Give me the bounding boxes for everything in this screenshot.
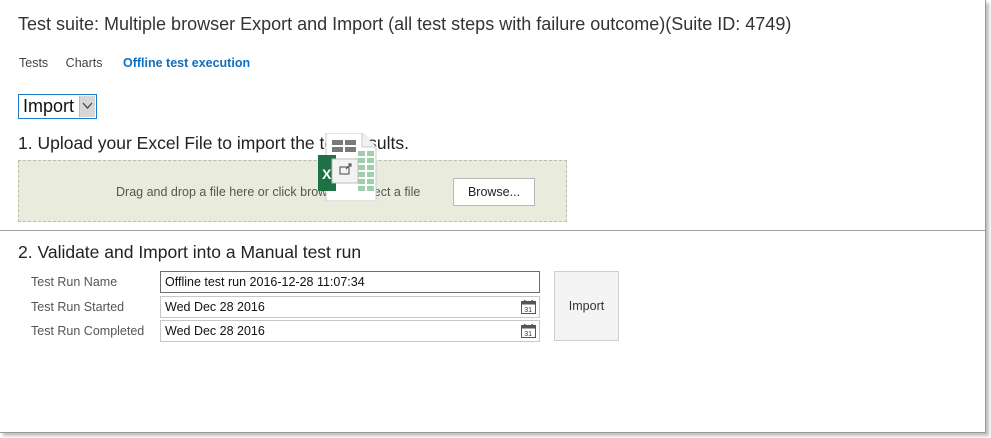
run-started-value: Wed Dec 28 2016 <box>165 300 265 314</box>
svg-text:31: 31 <box>524 331 532 338</box>
run-started-date-input[interactable]: Wed Dec 28 2016 31 <box>160 296 540 318</box>
tab-offline-test-execution[interactable]: Offline test execution <box>123 56 250 70</box>
import-button[interactable]: Import <box>554 271 619 341</box>
run-completed-label: Test Run Completed <box>31 324 145 338</box>
svg-text:31: 31 <box>524 307 532 314</box>
run-name-value: Offline test run 2016-12-28 11:07:34 <box>165 275 365 289</box>
calendar-icon[interactable]: 31 <box>521 300 536 317</box>
run-completed-value: Wed Dec 28 2016 <box>165 324 265 338</box>
tab-bar: Tests Charts Offline test execution <box>19 56 264 70</box>
mode-select[interactable]: Import <box>18 94 97 119</box>
run-name-label: Test Run Name <box>31 275 118 289</box>
validate-heading: 2. Validate and Import into a Manual tes… <box>18 242 362 262</box>
tab-tests[interactable]: Tests <box>19 56 48 70</box>
mode-select-value: Import <box>23 96 75 116</box>
browse-button[interactable]: Browse... <box>453 178 535 206</box>
run-name-input[interactable]: Offline test run 2016-12-28 11:07:34 <box>160 271 540 293</box>
run-started-label: Test Run Started <box>31 300 125 314</box>
section-divider <box>0 230 985 231</box>
file-dropzone[interactable]: Drag and drop a file here or click brows… <box>18 160 567 222</box>
page-title: Test suite: Multiple browser Export and … <box>18 14 792 34</box>
chevron-down-icon[interactable] <box>79 96 95 117</box>
run-completed-date-input[interactable]: Wed Dec 28 2016 31 <box>160 320 540 342</box>
calendar-icon[interactable]: 31 <box>521 324 536 341</box>
svg-text:X: X <box>322 166 332 182</box>
tab-charts[interactable]: Charts <box>66 56 103 70</box>
excel-file-icon: X <box>318 132 378 202</box>
window-frame: Test suite: Multiple browser Export and … <box>0 0 986 433</box>
